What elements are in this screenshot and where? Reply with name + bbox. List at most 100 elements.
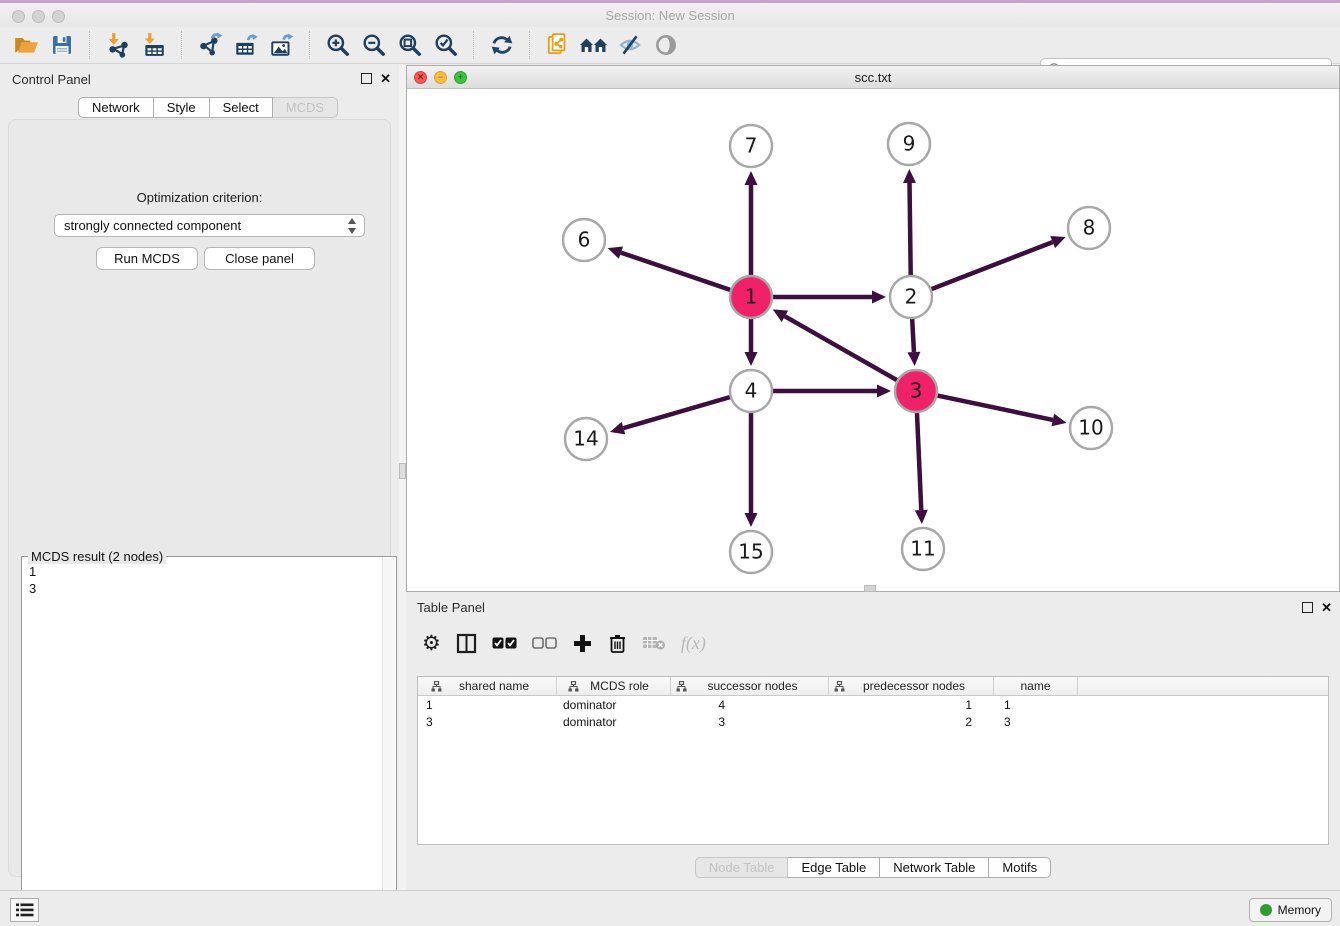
tab-network-table[interactable]: Network Table: [880, 857, 989, 878]
table-tabs: Node Table Edge Table Network Table Moti…: [406, 857, 1340, 878]
tab-select[interactable]: Select: [210, 97, 273, 118]
graph-node-label: 11: [910, 537, 935, 561]
column-header-mcds-role[interactable]: MCDS role: [557, 677, 671, 695]
cell-mcds-role[interactable]: dominator: [557, 696, 671, 713]
column-header-successor-nodes[interactable]: successor nodes: [671, 677, 829, 695]
cell-predecessor-nodes[interactable]: 2: [829, 713, 994, 730]
zoom-out-icon[interactable]: [359, 30, 389, 60]
graph-edge[interactable]: [785, 316, 897, 380]
table-row[interactable]: 3 dominator 3 2 3: [418, 713, 1328, 730]
export-network-icon[interactable]: [195, 30, 225, 60]
cell-mcds-role[interactable]: dominator: [557, 713, 671, 730]
mcds-result-box: MCDS result (2 nodes) 1 3: [21, 556, 397, 923]
table-row[interactable]: 1 dominator 4 1 1: [418, 696, 1328, 713]
criterion-select[interactable]: strongly connected component: [54, 214, 365, 237]
select-all-icon[interactable]: [492, 630, 517, 656]
column-header-shared-name[interactable]: shared name: [418, 677, 557, 695]
add-column-icon[interactable]: [572, 630, 593, 656]
float-table-panel-icon[interactable]: [1302, 602, 1313, 613]
graph-edge[interactable]: [910, 183, 911, 275]
graph-edge[interactable]: [621, 253, 730, 290]
toolbar-separator: [309, 31, 311, 59]
criterion-value: strongly connected component: [64, 218, 241, 233]
graph-edge[interactable]: [938, 396, 1053, 420]
refresh-icon[interactable]: [487, 30, 517, 60]
close-table-panel-icon[interactable]: ✕: [1321, 601, 1332, 614]
delete-column-icon[interactable]: [608, 630, 627, 656]
cell-predecessor-nodes[interactable]: 1: [829, 696, 994, 713]
graph-edge-arrowhead: [745, 171, 758, 185]
delete-table-icon: [642, 630, 666, 656]
cell-name[interactable]: 1: [994, 696, 1078, 713]
table-toolbar: ⚙ f(x): [422, 630, 706, 656]
mcds-result-line: 1: [29, 563, 389, 580]
cell-shared-name[interactable]: 3: [418, 713, 557, 730]
graph-node-label: 8: [1083, 216, 1096, 240]
zoom-selected-icon[interactable]: [431, 30, 461, 60]
task-history-button[interactable]: [10, 898, 39, 922]
graph-node-label: 2: [905, 285, 918, 309]
export-table-icon[interactable]: [231, 30, 261, 60]
graph-edge[interactable]: [917, 413, 921, 510]
graph-edge[interactable]: [912, 319, 914, 352]
import-table-icon[interactable]: [139, 30, 169, 60]
zoom-fit-icon[interactable]: [395, 30, 425, 60]
cell-successor-nodes[interactable]: 3: [671, 713, 829, 730]
graph-edge-arrowhead: [915, 510, 928, 524]
import-network-icon[interactable]: [103, 30, 133, 60]
column-header-predecessor-nodes[interactable]: predecessor nodes: [829, 677, 994, 695]
graph-edge[interactable]: [932, 242, 1053, 289]
select-stepper-icon: [347, 218, 358, 234]
show-all-icon[interactable]: [651, 30, 681, 60]
hide-selected-icon[interactable]: [615, 30, 645, 60]
memory-status-icon: [1260, 904, 1272, 916]
main-toolbar: [0, 27, 1340, 64]
tab-network[interactable]: Network: [78, 97, 154, 118]
table-panel: Table Panel ✕ ⚙ f(x) shared name MCDS ro…: [406, 594, 1340, 890]
column-selector-icon[interactable]: [456, 630, 477, 656]
graph-edge-arrowhead: [745, 513, 758, 527]
control-panel-title: Control Panel: [12, 72, 91, 87]
app-titlebar: Session: New Session: [0, 0, 1340, 27]
float-panel-icon[interactable]: [361, 73, 372, 84]
tab-node-table[interactable]: Node Table: [695, 857, 789, 878]
result-scrollbar[interactable]: [382, 558, 395, 921]
graph-edge-arrowhead: [877, 385, 891, 398]
tab-mcds[interactable]: MCDS: [273, 97, 338, 118]
zoom-in-icon[interactable]: [323, 30, 353, 60]
new-network-from-selection-icon[interactable]: [543, 30, 573, 60]
network-titlebar[interactable]: ✕ − + scc.txt: [407, 66, 1339, 89]
cell-name[interactable]: 3: [994, 713, 1078, 730]
node-table[interactable]: shared name MCDS role successor nodes pr…: [417, 676, 1329, 845]
cell-shared-name[interactable]: 1: [418, 696, 557, 713]
splitter-handle[interactable]: [399, 463, 406, 479]
run-mcds-button[interactable]: Run MCDS: [96, 247, 198, 270]
tab-edge-table[interactable]: Edge Table: [788, 857, 880, 878]
close-panel-icon[interactable]: ✕: [380, 72, 391, 85]
column-header-name[interactable]: name: [994, 677, 1078, 695]
close-panel-button[interactable]: Close panel: [204, 247, 315, 270]
export-image-icon[interactable]: [267, 30, 297, 60]
status-bar: Memory: [0, 890, 1340, 926]
tab-style[interactable]: Style: [154, 97, 210, 118]
graph-edge-arrowhead: [872, 291, 886, 304]
network-canvas[interactable]: 1234678910111415: [407, 89, 1339, 591]
graph-edge-arrowhead: [903, 169, 916, 183]
graph-edge-arrowhead: [1051, 414, 1066, 427]
cell-successor-nodes[interactable]: 4: [671, 696, 829, 713]
deselect-all-icon[interactable]: [532, 630, 557, 656]
graph-edge[interactable]: [623, 397, 729, 428]
table-header-row: shared name MCDS role successor nodes pr…: [418, 677, 1328, 696]
table-options-icon[interactable]: ⚙: [422, 630, 441, 656]
network-resize-handle[interactable]: [864, 585, 876, 592]
tab-motifs[interactable]: Motifs: [989, 857, 1051, 878]
network-title: scc.txt: [407, 70, 1339, 85]
open-session-icon[interactable]: [11, 30, 41, 60]
mcds-result-legend: MCDS result (2 nodes): [28, 549, 166, 564]
save-session-icon[interactable]: [47, 30, 77, 60]
vertical-splitter[interactable]: [399, 65, 406, 890]
memory-button[interactable]: Memory: [1249, 898, 1332, 922]
first-neighbors-icon[interactable]: [579, 30, 609, 60]
graph-node-label: 14: [573, 427, 598, 451]
graph-edge-arrowhead: [608, 246, 623, 258]
